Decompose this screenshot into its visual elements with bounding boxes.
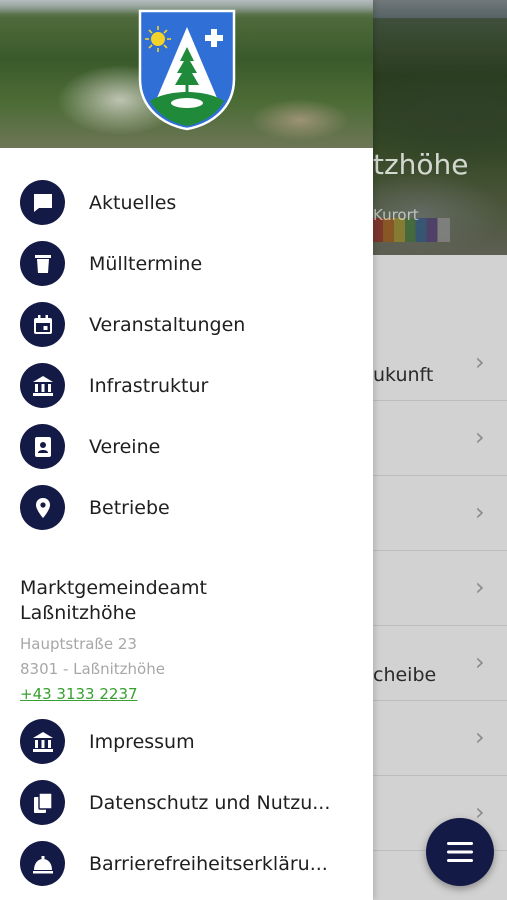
chevron-right-icon: › — [475, 423, 485, 451]
office-city: 8301 - Laßnitzhöhe — [20, 660, 165, 678]
menu-item-barrierefreiheit[interactable]: Barrierefreiheitserkläru... — [0, 833, 373, 894]
menu-item-veranstaltungen[interactable]: Veranstaltungen — [0, 294, 373, 355]
office-town: Laßnitzhöhe — [20, 602, 137, 624]
chevron-right-icon: › — [475, 648, 485, 676]
menu-item-impressum[interactable]: Impressum — [0, 711, 373, 772]
chevron-right-icon: › — [475, 498, 485, 526]
menu-item-label: Aktuelles — [89, 191, 177, 214]
menu-item-label: Veranstaltungen — [89, 313, 246, 336]
municipality-subtitle: Kurort — [373, 206, 419, 224]
building-icon — [32, 731, 53, 752]
service-bell-icon — [32, 855, 53, 873]
badge-icon — [34, 436, 51, 457]
menu-item-label: Infrastruktur — [89, 374, 209, 397]
phone-link[interactable]: +43 3133 2237 — [20, 682, 138, 707]
chat-icon — [33, 193, 52, 212]
menu-item-datenschutz[interactable]: Datenschutz und Nutzu... — [0, 772, 373, 833]
menu-item-muelltermine[interactable]: Mülltermine — [0, 233, 373, 294]
menu-item-infrastruktur[interactable]: Infrastruktur — [0, 355, 373, 416]
menu-item-label: Vereine — [89, 435, 161, 458]
location-pin-icon — [35, 497, 50, 518]
contact-block: Marktgemeindeamt Laßnitzhöhe Hauptstraße… — [20, 576, 360, 707]
calendar-icon — [33, 314, 52, 334]
drawer-menu: Aktuelles Mülltermine Veranstaltungen In… — [0, 172, 373, 538]
menu-item-label: Impressum — [89, 730, 195, 753]
navigation-drawer: Aktuelles Mülltermine Veranstaltungen In… — [0, 0, 373, 900]
drawer-header-image — [0, 0, 373, 148]
chevron-right-icon: › — [475, 723, 485, 751]
list-item-label: ukunft — [373, 364, 434, 386]
drawer-secondary-menu: Impressum Datenschutz und Nutzu... Barri… — [0, 711, 373, 894]
trash-icon — [34, 254, 51, 273]
menu-item-label: Datenschutz und Nutzu... — [89, 791, 331, 814]
office-street: Hauptstraße 23 — [20, 635, 137, 653]
hamburger-icon — [447, 842, 473, 862]
municipality-title: tzhöhe — [373, 148, 469, 181]
menu-item-aktuelles[interactable]: Aktuelles — [0, 172, 373, 233]
list-item-label: cheibe — [373, 664, 437, 686]
menu-item-vereine[interactable]: Vereine — [0, 416, 373, 477]
office-name: Marktgemeindeamt — [20, 577, 207, 599]
menu-item-label: Barrierefreiheitserkläru... — [89, 852, 328, 875]
menu-item-betriebe[interactable]: Betriebe — [0, 477, 373, 538]
building-icon — [32, 375, 53, 396]
coat-of-arms-icon — [138, 9, 236, 131]
chevron-right-icon: › — [475, 573, 485, 601]
documents-icon — [33, 791, 53, 813]
menu-fab-button[interactable] — [426, 818, 494, 886]
chevron-right-icon: › — [475, 348, 485, 376]
menu-item-label: Betriebe — [89, 496, 170, 519]
menu-item-label: Mülltermine — [89, 252, 203, 275]
